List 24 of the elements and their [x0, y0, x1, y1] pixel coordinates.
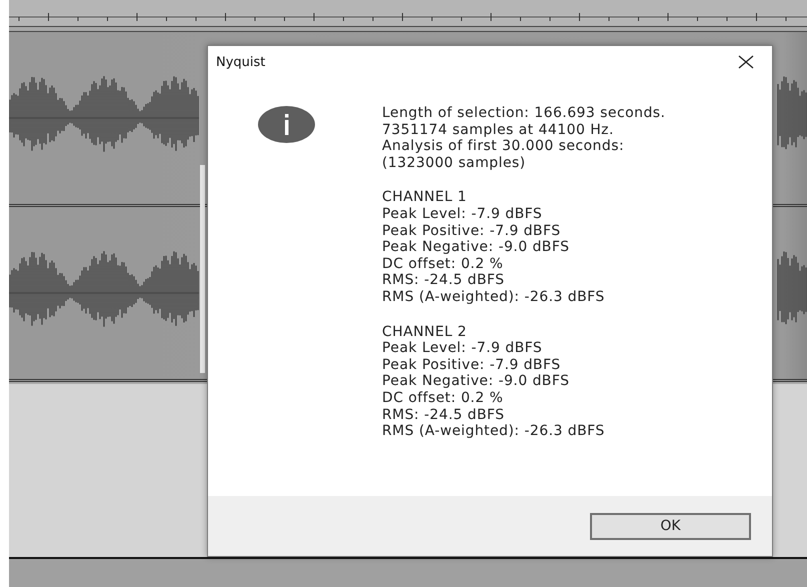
ok-button[interactable]: OK: [590, 512, 751, 540]
stat-text: RMS (A-weighted): -26.3 dBFS: [382, 288, 606, 306]
stat-text: Peak Negative: -9.0 dBFS: [382, 239, 570, 256]
channel-heading: CHANNEL 2: [382, 324, 468, 340]
stat-text: Peak Positive: -7.9 dBFS: [382, 222, 562, 240]
stat-text: Peak Level: -7.9 dBFS: [382, 340, 544, 357]
stat-text: Peak Positive: -7.9 dBFS: [382, 356, 562, 374]
dialog-title: Nyquist: [216, 54, 266, 70]
stat-text: RMS: -24.5 dBFS: [382, 406, 506, 424]
message-text: Length of selection: 166.693 seconds.: [382, 105, 666, 122]
stat-text: RMS (A-weighted): -26.3 dBFS: [382, 423, 606, 440]
timeline-ruler[interactable]: [9, 0, 807, 26]
stat-text: RMS: -24.5 dBFS: [382, 272, 506, 289]
channel-heading: CHANNEL 1: [382, 189, 468, 206]
stat-text: DC offset: 0.2 %: [382, 390, 504, 406]
message-text: Analysis of first 30.000 seconds:: [382, 138, 626, 155]
stat-text: Peak Negative: -9.0 dBFS: [382, 373, 570, 390]
stat-text: Peak Level: -7.9 dBFS: [382, 206, 544, 223]
info-icon: [258, 106, 315, 143]
scrollbar-thumb[interactable]: [200, 165, 205, 373]
stat-text: DC offset: 0.2 %: [382, 256, 504, 272]
message-text: 7351174 samples at 44100 Hz.: [382, 122, 615, 138]
message-text: (1323000 samples): [382, 154, 527, 172]
close-icon[interactable]: [738, 55, 754, 69]
